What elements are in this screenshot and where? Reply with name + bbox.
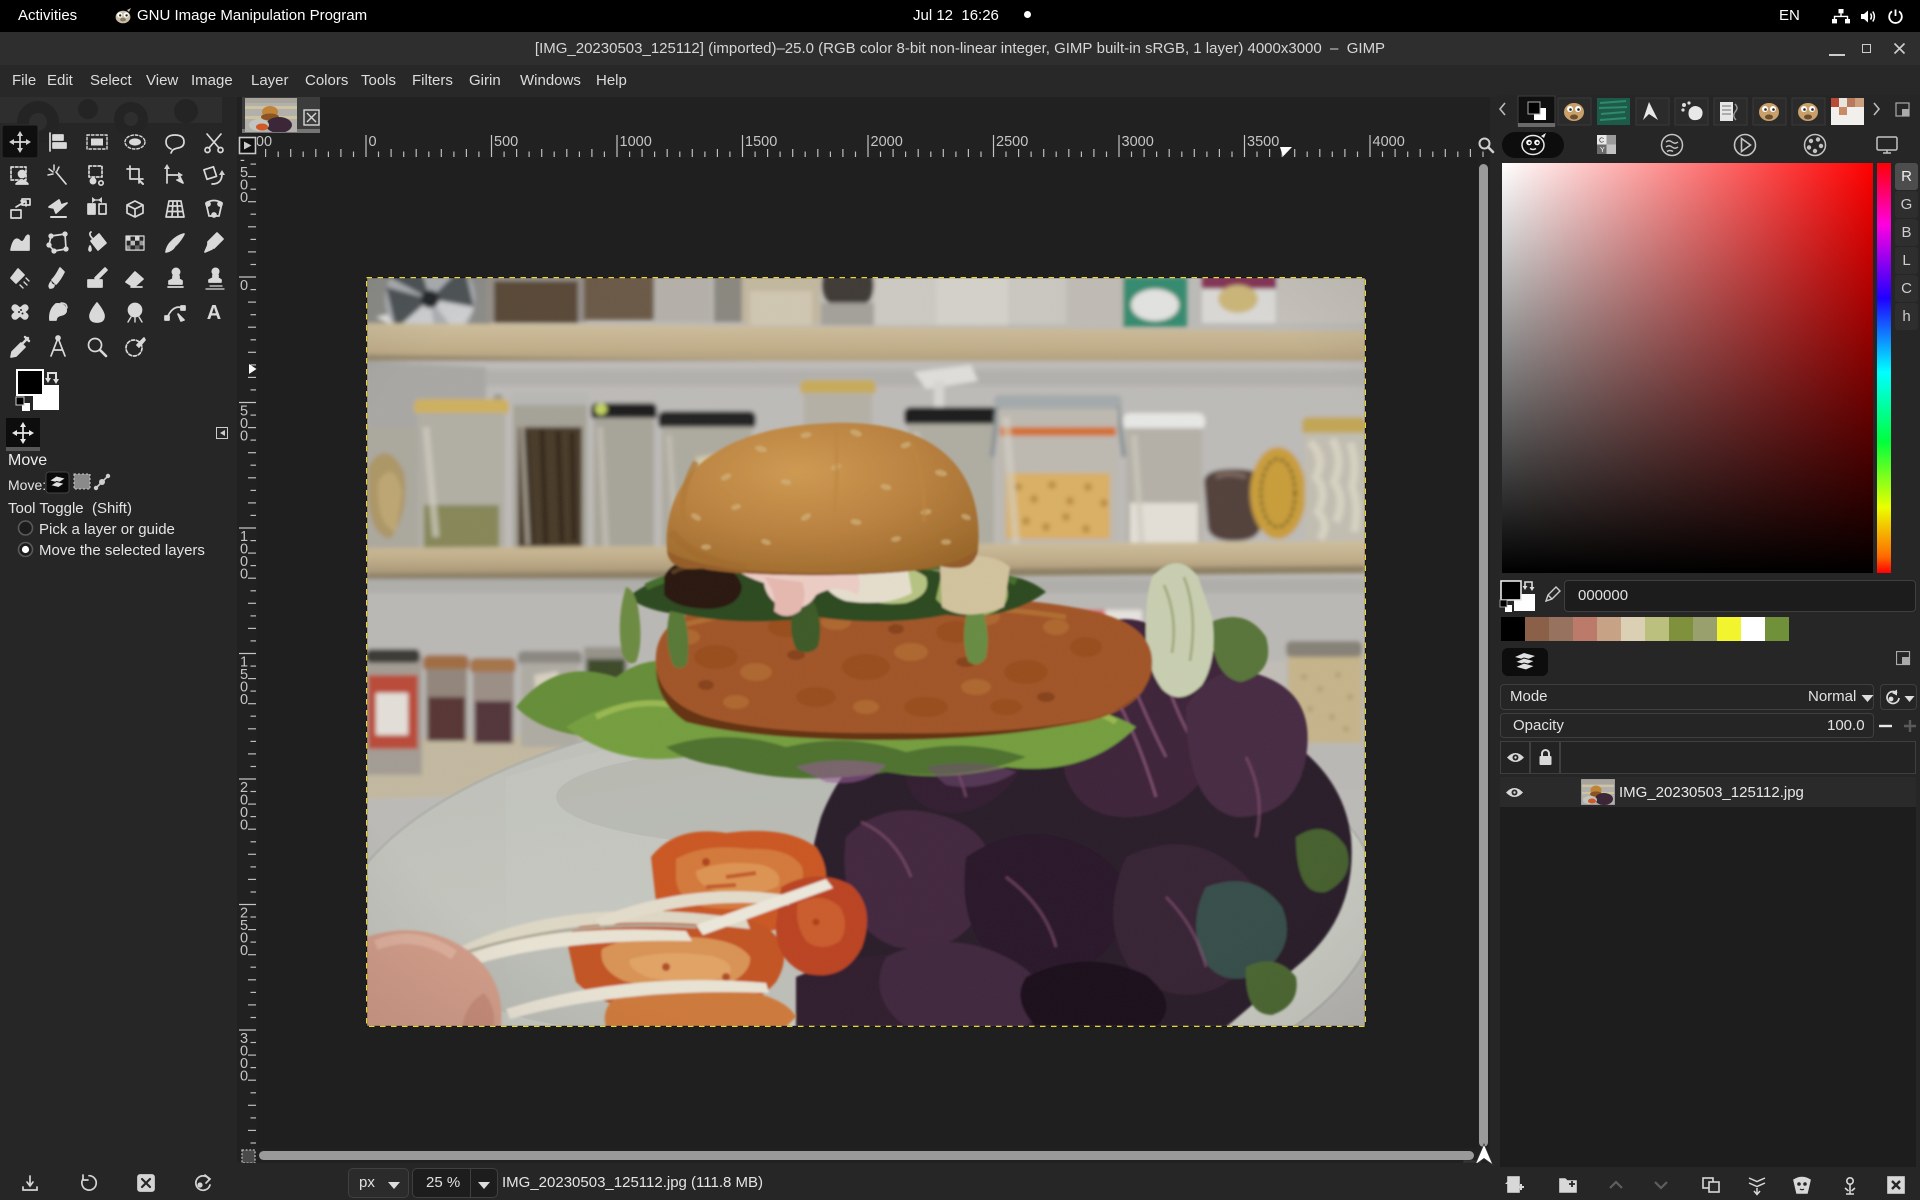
svg-text:0: 0 [240,818,248,834]
svg-text:0: 0 [369,134,377,150]
svg-text:4000: 4000 [1373,134,1405,150]
svg-text:-500: -500 [257,134,272,150]
svg-text:3500: 3500 [1247,134,1279,150]
svg-text:0: 0 [240,567,248,583]
svg-text:3000: 3000 [1122,134,1154,150]
svg-text:0: 0 [240,943,248,959]
svg-text:0: 0 [240,190,248,206]
svg-text:0: 0 [240,278,248,294]
svg-text:0: 0 [240,1069,248,1085]
svg-text:0: 0 [240,692,248,708]
svg-text:1000: 1000 [620,134,652,150]
svg-text:A: A [207,302,221,324]
svg-text:500: 500 [494,134,518,150]
svg-text:2000: 2000 [871,134,903,150]
svg-text:C: C [1599,138,1604,145]
svg-text:0: 0 [240,429,248,445]
svg-text:Y: Y [1600,147,1605,154]
svg-text:1500: 1500 [745,134,777,150]
svg-text:2500: 2500 [996,134,1028,150]
